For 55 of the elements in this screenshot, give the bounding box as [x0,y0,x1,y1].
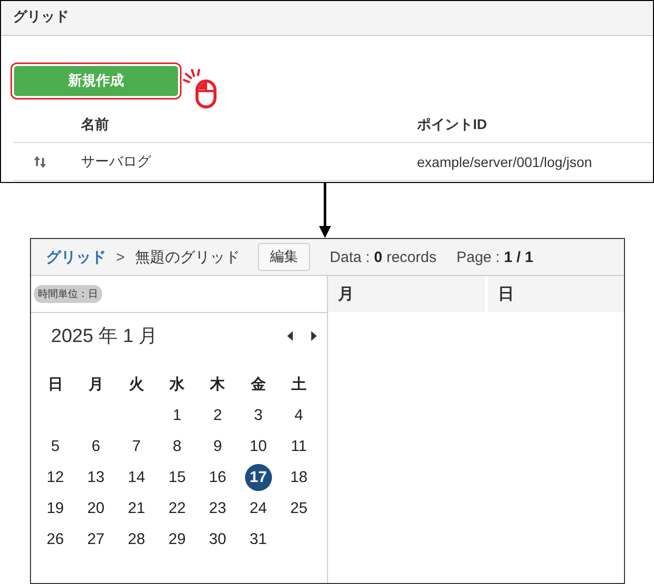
weekday-label: 火 [128,375,145,395]
weekday-label: 木 [208,375,226,395]
calendar-day[interactable]: 17 [244,464,272,491]
calendar-day[interactable]: 11 [285,433,312,460]
breadcrumb-separator: > [116,248,125,266]
calendar-day[interactable]: 20 [82,495,110,522]
calendar-day[interactable]: 16 [204,464,232,491]
calendar-title: 2025 年 1 月 [51,325,158,349]
calendar-day[interactable]: 30 [204,526,232,553]
calendar-day[interactable]: 24 [244,495,272,522]
calendar-day[interactable]: 2 [204,402,232,429]
breadcrumb-current: 無題のグリッド [134,248,240,266]
calendar-day[interactable]: 14 [122,464,150,491]
page-info: Page : 1 / 1 [456,248,534,266]
time-unit-badge: 時間単位：日 [34,285,102,303]
calendar-day[interactable]: 31 [244,526,272,553]
panel-title: グリッド [1,1,653,36]
column-header: ポイントID [417,116,487,134]
calendar-day[interactable]: 3 [244,402,272,429]
calendar-day[interactable]: 6 [82,433,110,460]
weekday-label: 日 [46,375,64,395]
calendar-day[interactable]: 21 [122,495,150,522]
edit-button[interactable]: 編集 [258,243,310,271]
weekday-label: 土 [290,375,308,395]
calendar-day[interactable]: 13 [82,464,110,491]
weekday-label: 水 [168,375,186,395]
calendar-day[interactable]: 5 [42,433,69,460]
calendar-day[interactable]: 15 [164,464,191,491]
calendar-day[interactable]: 19 [42,495,69,522]
breadcrumb-link[interactable]: グリッド [46,248,106,266]
calendar-day[interactable]: 18 [285,464,312,491]
calendar-day[interactable]: 7 [122,433,150,460]
calendar-day[interactable]: 4 [285,402,312,429]
calendar-day[interactable]: 27 [82,526,110,553]
calendar-day[interactable]: 22 [164,495,191,522]
mouse-click-icon [183,69,217,109]
reorder-icon[interactable] [33,156,47,168]
calendar-day[interactable]: 10 [244,433,272,460]
data-count: Data : 0 records [330,248,436,266]
column-header: 日 [488,276,624,312]
calendar-day[interactable]: 12 [42,464,69,491]
column-header: 月 [328,276,485,312]
table-cell: example/server/001/log/json [417,154,592,170]
table-cell-text: サーバログ [81,152,152,170]
column-header: 名前 [81,116,110,134]
calendar-day[interactable]: 9 [204,433,232,460]
calendar-day[interactable]: 28 [122,526,150,553]
calendar-day[interactable]: 25 [285,495,312,522]
calendar-day[interactable]: 29 [164,526,191,553]
weekday-label: 金 [250,375,267,395]
calendar-day[interactable]: 8 [164,433,191,460]
calendar-day[interactable]: 26 [42,526,69,553]
calendar-day[interactable]: 23 [204,495,232,522]
calendar-day[interactable]: 1 [164,402,191,429]
weekday-label: 月 [87,375,104,395]
